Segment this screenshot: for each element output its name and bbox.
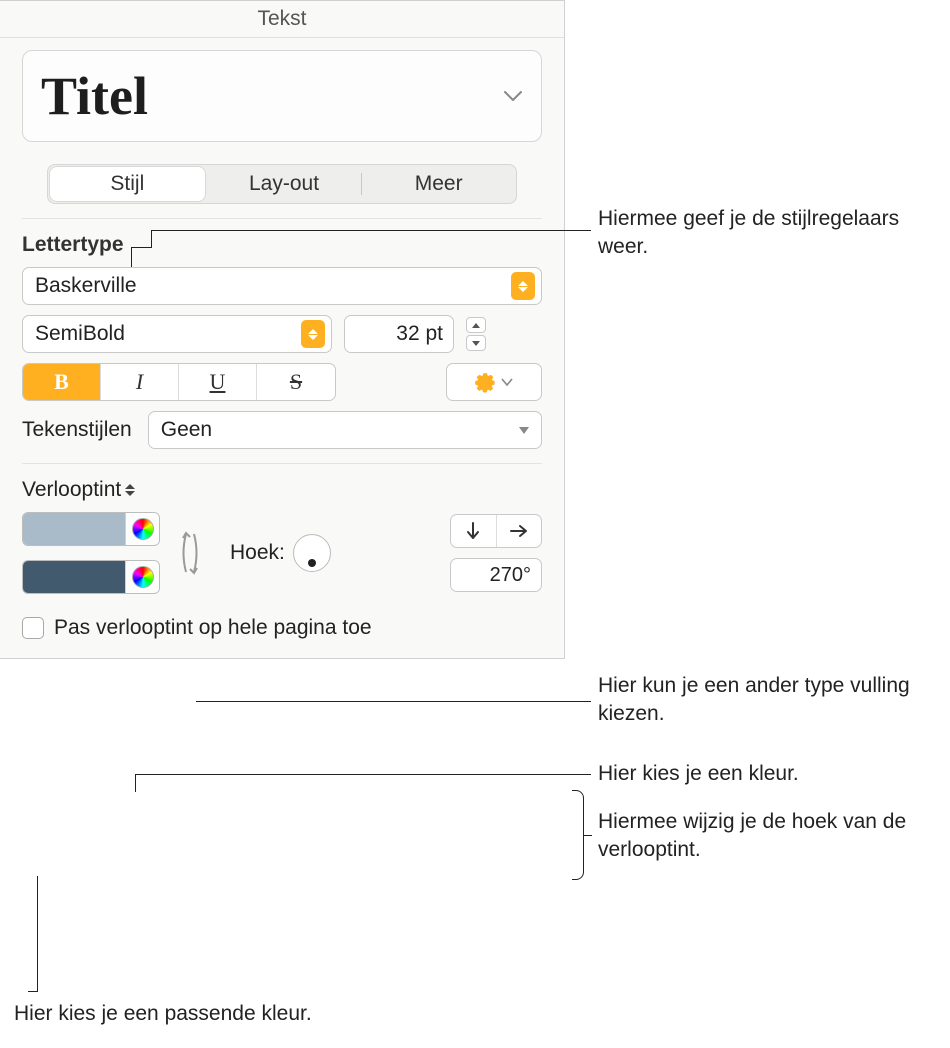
font-style-buttons-row: B I U S [22, 363, 542, 401]
fill-type-select[interactable]: Verlooptint [22, 478, 135, 502]
leader-line [131, 247, 132, 267]
callout-angle: Hiermee wijzig je de hoek van de verloop… [598, 808, 948, 865]
callout-stijl-tab: Hiermee geef je de stijlregelaars weer. [598, 205, 948, 262]
paragraph-style-name: Titel [41, 65, 148, 127]
gear-icon [475, 371, 497, 393]
chevron-down-icon [501, 377, 513, 387]
select-stepper-icon [125, 484, 135, 496]
angle-right-column: 270° [450, 514, 542, 592]
angle-block: Hoek: [230, 534, 331, 572]
leader-line [131, 247, 151, 248]
panel-title: Tekst [0, 1, 564, 38]
font-family-value: Baskerville [35, 274, 511, 298]
leader-line [28, 991, 38, 992]
advanced-options-button[interactable] [446, 363, 542, 401]
angle-label: Hoek: [230, 541, 285, 565]
character-styles-row: Tekenstijlen Geen [22, 411, 542, 449]
font-weight-select[interactable]: SemiBold [22, 315, 332, 353]
panel-body: Titel Stijl Lay-out Meer Lettertype Bask… [0, 38, 564, 658]
character-style-select[interactable]: Geen [148, 411, 542, 449]
character-styles-label: Tekenstijlen [22, 418, 132, 442]
gradient-color-wells [22, 512, 160, 594]
text-tabs-segmented: Stijl Lay-out Meer [47, 164, 517, 204]
apply-whole-page-label: Pas verlooptint op hele pagina toe [54, 616, 372, 640]
font-family-row: Baskerville [22, 267, 542, 305]
color-wheel-icon [132, 566, 154, 588]
gradient-controls-row: Hoek: 270° [22, 512, 542, 594]
strikethrough-button[interactable]: S [257, 364, 335, 400]
leader-line [151, 230, 591, 231]
leader-line [196, 701, 591, 702]
angle-indicator-dot [308, 559, 316, 567]
divider [22, 463, 542, 464]
leader-line [584, 835, 592, 836]
direction-vertical-button[interactable] [451, 515, 497, 547]
chevron-down-icon [503, 90, 523, 102]
underline-button[interactable]: U [179, 364, 257, 400]
color-wheel-icon [132, 518, 154, 540]
color-picker-button-1[interactable] [125, 513, 159, 545]
chevron-down-icon [519, 427, 529, 434]
angle-value-field[interactable]: 270° [450, 558, 542, 592]
tab-meer[interactable]: Meer [361, 165, 516, 203]
character-style-value: Geen [161, 418, 519, 442]
fill-type-label: Verlooptint [22, 478, 121, 502]
divider [22, 218, 542, 219]
apply-whole-page-row: Pas verlooptint op hele pagina toe [22, 616, 542, 640]
color-picker-button-2[interactable] [125, 561, 159, 593]
callout-matching-color: Hier kies je een passende kleur. [14, 1000, 312, 1028]
gradient-color-1[interactable] [22, 512, 160, 546]
font-section-label: Lettertype [22, 233, 542, 257]
arrow-right-icon [510, 523, 528, 539]
select-stepper-icon [301, 320, 325, 348]
select-stepper-icon [511, 272, 535, 300]
callout-bracket [572, 790, 584, 880]
apply-whole-page-checkbox[interactable] [22, 617, 44, 639]
leader-line [135, 774, 136, 792]
angle-dial[interactable] [293, 534, 331, 572]
bold-button[interactable]: B [23, 364, 101, 400]
font-size-stepper[interactable] [466, 317, 486, 351]
tab-stijl[interactable]: Stijl [50, 167, 205, 201]
gradient-direction-buttons [450, 514, 542, 548]
tab-layout[interactable]: Lay-out [207, 165, 362, 203]
swap-colors-button[interactable] [176, 528, 204, 578]
callout-fill-type: Hier kun je een ander type vulling kieze… [598, 672, 948, 729]
angle-value: 270° [490, 564, 531, 587]
text-inspector-panel: Tekst Titel Stijl Lay-out Meer Lettertyp… [0, 0, 565, 659]
color-swatch-1[interactable] [23, 513, 125, 545]
leader-line [151, 230, 152, 248]
leader-line [37, 876, 38, 991]
gradient-color-2[interactable] [22, 560, 160, 594]
font-size-up[interactable] [466, 317, 486, 333]
callout-color-pick: Hier kies je een kleur. [598, 760, 799, 788]
italic-button[interactable]: I [101, 364, 179, 400]
direction-horizontal-button[interactable] [497, 515, 542, 547]
paragraph-style-selector[interactable]: Titel [22, 50, 542, 142]
font-size-down[interactable] [466, 335, 486, 351]
color-swatch-2[interactable] [23, 561, 125, 593]
font-style-button-group: B I U S [22, 363, 336, 401]
arrow-down-icon [465, 522, 481, 540]
font-weight-value: SemiBold [35, 322, 301, 346]
font-family-select[interactable]: Baskerville [22, 267, 542, 305]
font-size-value: 32 pt [396, 322, 443, 346]
leader-line [135, 774, 591, 775]
font-weight-size-row: SemiBold 32 pt [22, 315, 542, 353]
font-size-field[interactable]: 32 pt [344, 315, 454, 353]
